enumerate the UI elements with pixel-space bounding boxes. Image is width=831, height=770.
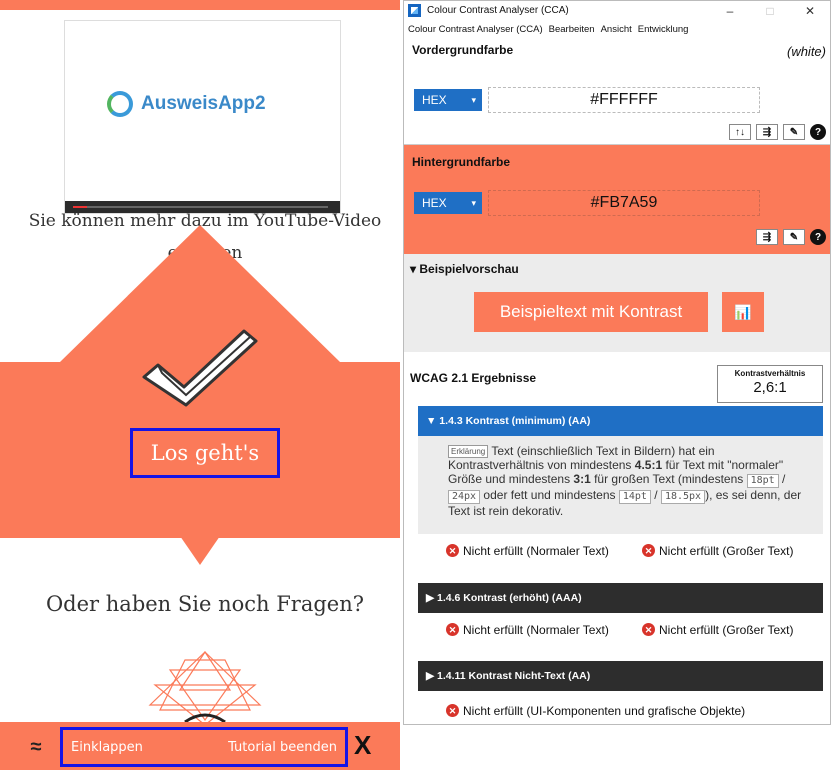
result-non-text: ✕ Nicht erfüllt (UI-Komponenten und graf…	[446, 704, 826, 718]
chart-preview-icon[interactable]: 📊	[722, 292, 764, 332]
criterion-1-4-11-header[interactable]: ▶ 1.4.11 Kontrast Nicht-Text (AA)	[418, 661, 823, 691]
result-label: Nicht erfüllt (Normaler Text)	[463, 544, 609, 558]
title-bar: Colour Contrast Analyser (CCA) – □ ✕	[404, 1, 830, 20]
menu-development[interactable]: Entwicklung	[638, 24, 689, 35]
eyedropper-icon[interactable]: ✎	[783, 124, 805, 140]
swap-colors-icon[interactable]: ↑↓	[729, 124, 751, 140]
background-format-select[interactable]: HEX ▾	[414, 192, 482, 214]
questions-heading: Oder haben Sie noch Fragen?	[45, 592, 365, 616]
bottom-bar: ≈ Einklappen Tutorial beenden X	[0, 722, 400, 770]
maximize-button[interactable]: □	[750, 4, 790, 18]
foreground-tools: ↑↓ ⇶ ✎ ?	[729, 124, 826, 140]
contrast-ratio-box: Kontrastverhältnis 2,6:1	[717, 365, 823, 403]
decorative-star-icon	[148, 650, 262, 725]
result-label: Nicht erfüllt (Großer Text)	[659, 544, 794, 558]
background-section: Hintergrundfarbe HEX ▾ #FB7A59 ⇶ ✎ ?	[404, 144, 830, 254]
background-hex-input[interactable]: #FB7A59	[488, 190, 760, 216]
result-normal-text: ✕ Nicht erfüllt (Normaler Text)	[446, 623, 636, 637]
collapse-chevron-icon[interactable]: ≈	[24, 735, 48, 759]
background-tools: ⇶ ✎ ?	[756, 229, 826, 245]
chevron-down-icon: ▾	[471, 197, 476, 208]
start-button[interactable]: Los geht's	[130, 428, 280, 478]
close-window-button[interactable]: ✕	[790, 4, 830, 18]
fail-icon: ✕	[642, 544, 655, 557]
menu-cca[interactable]: Colour Contrast Analyser (CCA)	[408, 24, 543, 35]
sliders-icon[interactable]: ⇶	[756, 229, 778, 245]
window-title: Colour Contrast Analyser (CCA)	[427, 5, 569, 16]
code-value: 18pt	[746, 474, 779, 489]
result-label: Nicht erfüllt (Großer Text)	[659, 623, 794, 637]
chevron-down-icon: ▾	[471, 94, 476, 105]
desc-text: oder fett und mindestens	[480, 488, 619, 503]
preview-toggle[interactable]: ▾ Beispielvorschau	[410, 262, 519, 276]
desc-text: für großen Text (mindestens	[590, 472, 747, 487]
fail-icon: ✕	[446, 544, 459, 557]
foreground-hex-input[interactable]: #FFFFFF	[488, 87, 760, 113]
help-icon[interactable]: ?	[810, 124, 826, 140]
sample-text-preview: Beispieltext mit Kontrast	[474, 292, 708, 332]
desc-slash: /	[778, 472, 786, 487]
criterion-1-4-3-header[interactable]: ▼ 1.4.3 Kontrast (minimum) (AA)	[418, 406, 823, 436]
top-accent-band	[0, 0, 400, 10]
desc-bold: 4.5:1	[634, 458, 663, 473]
ausweisapp-logo-icon	[107, 91, 133, 117]
end-tutorial-link[interactable]: Tutorial beenden	[228, 740, 337, 755]
fail-icon: ✕	[446, 623, 459, 636]
foreground-color-name: (white)	[786, 44, 826, 59]
result-label: Nicht erfüllt (UI-Komponenten und grafis…	[463, 704, 746, 718]
ausweisapp-logo: AusweisApp2	[107, 91, 266, 117]
app-panel: AusweisApp2 Sie können mehr dazu im YouT…	[0, 0, 400, 770]
explanation-link[interactable]: Erklärung	[448, 445, 489, 459]
cca-app-icon	[408, 4, 421, 17]
foreground-section: Vordergrundfarbe (white) HEX ▾ #FFFFFF ↑…	[404, 38, 830, 144]
sliders-icon[interactable]: ⇶	[756, 124, 778, 140]
code-value: 18.5px	[660, 490, 706, 505]
close-icon[interactable]: X	[354, 730, 371, 760]
menu-bar: Colour Contrast Analyser (CCA) Bearbeite…	[404, 20, 830, 38]
contrast-ratio-label: Kontrastverhältnis	[734, 369, 806, 378]
code-value: 14pt	[618, 490, 651, 505]
results-heading: WCAG 2.1 Ergebnisse	[410, 371, 537, 385]
youtube-video[interactable]: AusweisApp2	[64, 20, 341, 214]
cca-window: Colour Contrast Analyser (CCA) – □ ✕ Col…	[403, 0, 831, 725]
result-label: Nicht erfüllt (Normaler Text)	[463, 623, 609, 637]
result-large-text: ✕ Nicht erfüllt (Großer Text)	[642, 623, 830, 637]
result-large-text: ✕ Nicht erfüllt (Großer Text)	[642, 544, 830, 558]
result-normal-text: ✕ Nicht erfüllt (Normaler Text)	[446, 544, 636, 558]
bottom-actions-highlight: Einklappen Tutorial beenden	[60, 727, 348, 767]
fail-icon: ✕	[642, 623, 655, 636]
background-label: Hintergrundfarbe	[412, 155, 511, 169]
help-icon[interactable]: ?	[810, 229, 826, 245]
desc-slash: /	[650, 488, 661, 503]
menu-edit[interactable]: Bearbeiten	[549, 24, 595, 35]
preview-section: ▾ Beispielvorschau Beispieltext mit Kont…	[404, 254, 830, 352]
background-format-value: HEX	[422, 196, 447, 210]
logo-text: AusweisApp2	[141, 93, 266, 114]
checkmark-icon	[142, 329, 258, 407]
criterion-1-4-6-header[interactable]: ▶ 1.4.6 Kontrast (erhöht) (AAA)	[418, 583, 823, 613]
collapse-link[interactable]: Einklappen	[71, 740, 143, 755]
contrast-ratio-value: 2,6:1	[753, 379, 787, 396]
eyedropper-icon[interactable]: ✎	[783, 229, 805, 245]
foreground-format-value: HEX	[422, 93, 447, 107]
minimize-button[interactable]: –	[710, 4, 750, 18]
foreground-format-select[interactable]: HEX ▾	[414, 89, 482, 111]
criterion-1-4-3-description: Erklärung Text (einschließlich Text in B…	[418, 436, 823, 534]
fail-icon: ✕	[446, 704, 459, 717]
desc-bold: 3:1	[573, 472, 591, 487]
foreground-label: Vordergrundfarbe	[412, 43, 514, 57]
menu-view[interactable]: Ansicht	[601, 24, 632, 35]
code-value: 24px	[448, 490, 481, 505]
